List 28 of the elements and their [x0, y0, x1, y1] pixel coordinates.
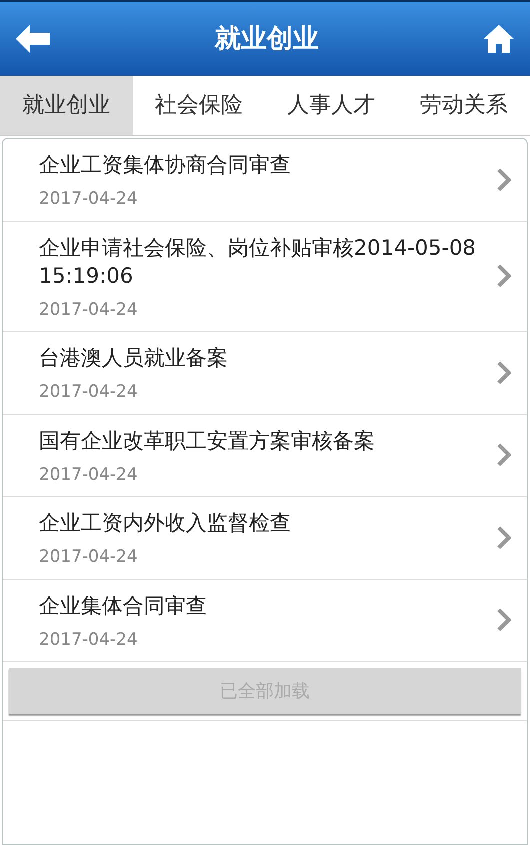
item-title: 企业集体合同审查: [39, 592, 208, 620]
list-item[interactable]: 国有企业改革职工安置方案审核备案 2017-04-24: [3, 414, 527, 497]
item-date: 2017-04-24: [39, 381, 139, 404]
list-item[interactable]: 企业工资集体协商合同审查 2017-04-24: [3, 139, 527, 222]
chevron-icon: [497, 526, 511, 550]
chevron-icon: [497, 443, 511, 468]
chevron-icon: [497, 608, 511, 632]
chevron-icon: [497, 168, 511, 192]
header-title: 就业创业: [215, 22, 319, 56]
item-title: 企业申请社会保险、岗位补贴审核2014-05-08 15:19:06: [39, 234, 478, 290]
home-icon[interactable]: [484, 25, 514, 53]
chevron-icon: [497, 264, 511, 288]
back-arrow-icon[interactable]: [16, 25, 50, 53]
list-item[interactable]: 企业申请社会保险、岗位补贴审核2014-05-08 15:19:06 2017-04-24: [3, 222, 527, 332]
tab[interactable]: 就业创业: [0, 76, 132, 135]
item-date: 2017-04-24: [39, 628, 139, 652]
chevron-icon: [497, 360, 511, 385]
item-date: 2017-04-24: [39, 464, 139, 486]
item-title: 国有企业改革职工安置方案审核备案: [39, 428, 376, 454]
item-title: 台港澳人员就业备案: [39, 345, 229, 372]
list-item[interactable]: 台港澳人员就业备案 2017-04-24: [3, 332, 527, 414]
item-title: 企业工资集体协商合同审查: [39, 152, 292, 179]
item-date: 2017-04-24: [39, 546, 139, 569]
item-date: 2017-04-24: [39, 188, 139, 211]
list-item[interactable]: 企业集体合同审查 2017-04-24: [3, 580, 527, 662]
item-title: 企业工资内外收入监督检查: [39, 510, 292, 537]
list-item[interactable]: 企业工资内外收入监督检查 2017-04-24: [3, 497, 527, 580]
item-date: 2017-04-24: [39, 298, 139, 322]
